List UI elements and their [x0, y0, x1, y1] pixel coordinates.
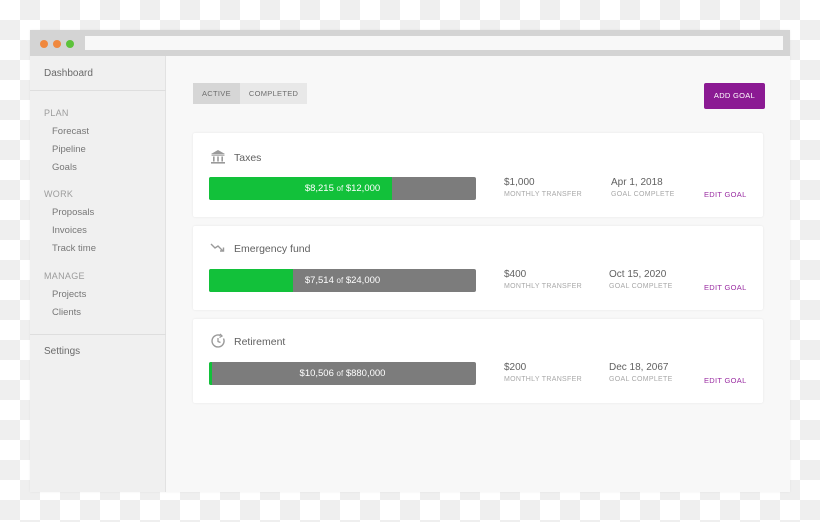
goal-complete-label: GOAL COMPLETE — [609, 376, 673, 383]
address-bar[interactable] — [85, 36, 783, 50]
goal-complete-label: GOAL COMPLETE — [611, 191, 675, 198]
goal-target-amount: $880,000 — [345, 368, 386, 379]
monthly-transfer-label: MONTHLY TRANSFER — [504, 191, 582, 198]
goal-status-tabs: ACTIVE COMPLETED — [193, 83, 308, 104]
goal-progress-label: $10,506 of $880,000 — [209, 362, 476, 385]
sidebar-item-clients[interactable]: Clients — [52, 307, 81, 318]
sidebar-item-goals[interactable]: Goals — [52, 162, 77, 173]
goal-progress-bar: $7,514 of $24,000 — [209, 269, 476, 292]
tab-active[interactable]: ACTIVE — [193, 83, 240, 104]
edit-goal-link[interactable]: EDIT GOAL — [704, 283, 747, 292]
sidebar: Dashboard PLAN Forecast Pipeline Goals W… — [30, 56, 166, 492]
goal-saved-amount: $7,514 — [304, 275, 334, 286]
goal-title: Emergency fund — [234, 243, 311, 255]
monthly-transfer-value: $200 — [504, 362, 527, 373]
minimize-window-button[interactable] — [53, 40, 61, 48]
goal-progress-bar: $8,215 of $12,000 — [209, 177, 476, 200]
trend-down-icon — [210, 240, 226, 256]
edit-goal-link[interactable]: EDIT GOAL — [704, 376, 747, 385]
sidebar-heading-manage: MANAGE — [44, 271, 85, 281]
sidebar-item-track-time[interactable]: Track time — [52, 243, 96, 254]
close-window-button[interactable] — [40, 40, 48, 48]
goal-saved-amount: $8,215 — [304, 183, 334, 194]
goal-of-text: of — [336, 369, 344, 378]
sidebar-item-settings[interactable]: Settings — [44, 346, 80, 357]
goal-card-taxes: Taxes $8,215 of $12,000 $1,000 MONTHLY T… — [193, 133, 763, 217]
sidebar-divider — [30, 334, 166, 335]
goal-title: Retirement — [234, 336, 286, 348]
goal-saved-amount: $10,506 — [299, 368, 334, 379]
monthly-transfer-value: $1,000 — [504, 177, 535, 188]
goal-card-retirement: Retirement $10,506 of $880,000 $200 MONT… — [193, 319, 763, 403]
sidebar-item-pipeline[interactable]: Pipeline — [52, 144, 86, 155]
goal-complete-stat: Apr 1, 2018 GOAL COMPLETE — [611, 177, 675, 198]
sidebar-item-dashboard[interactable]: Dashboard — [44, 68, 93, 79]
goal-of-text: of — [336, 184, 344, 193]
goal-progress-label: $7,514 of $24,000 — [209, 269, 476, 292]
maximize-window-button[interactable] — [66, 40, 74, 48]
goal-target-amount: $24,000 — [345, 275, 381, 286]
sidebar-item-invoices[interactable]: Invoices — [52, 225, 87, 236]
add-goal-button[interactable]: ADD GOAL — [704, 83, 765, 109]
main-content: ACTIVE COMPLETED ADD GOAL Taxes $8,215 o… — [167, 56, 790, 492]
monthly-transfer-label: MONTHLY TRANSFER — [504, 376, 582, 383]
tab-completed[interactable]: COMPLETED — [239, 83, 308, 104]
bank-icon — [210, 149, 226, 165]
goal-complete-date: Oct 15, 2020 — [609, 269, 667, 280]
sidebar-item-proposals[interactable]: Proposals — [52, 207, 94, 218]
goal-complete-date: Dec 18, 2067 — [609, 362, 669, 373]
goal-complete-stat: Dec 18, 2067 GOAL COMPLETE — [609, 362, 673, 383]
monthly-transfer-stat: $400 MONTHLY TRANSFER — [504, 269, 582, 290]
goal-target-amount: $12,000 — [345, 183, 381, 194]
goal-complete-date: Apr 1, 2018 — [611, 177, 663, 188]
title-bar — [30, 30, 790, 56]
sidebar-divider — [30, 90, 166, 91]
goal-progress-label: $8,215 of $12,000 — [209, 177, 476, 200]
browser-window: Dashboard PLAN Forecast Pipeline Goals W… — [30, 30, 790, 492]
sidebar-heading-plan: PLAN — [44, 108, 69, 118]
goal-complete-label: GOAL COMPLETE — [609, 283, 673, 290]
monthly-transfer-value: $400 — [504, 269, 527, 280]
sidebar-item-forecast[interactable]: Forecast — [52, 126, 89, 137]
sidebar-item-projects[interactable]: Projects — [52, 289, 86, 300]
goal-complete-stat: Oct 15, 2020 GOAL COMPLETE — [609, 269, 673, 290]
monthly-transfer-label: MONTHLY TRANSFER — [504, 283, 582, 290]
goal-card-emergency-fund: Emergency fund $7,514 of $24,000 $400 MO… — [193, 226, 763, 310]
history-clock-icon — [210, 333, 226, 349]
edit-goal-link[interactable]: EDIT GOAL — [704, 190, 747, 199]
monthly-transfer-stat: $200 MONTHLY TRANSFER — [504, 362, 582, 383]
sidebar-heading-work: WORK — [44, 189, 74, 199]
goal-of-text: of — [336, 276, 344, 285]
goal-title: Taxes — [234, 152, 262, 164]
monthly-transfer-stat: $1,000 MONTHLY TRANSFER — [504, 177, 582, 198]
goal-progress-bar: $10,506 of $880,000 — [209, 362, 476, 385]
